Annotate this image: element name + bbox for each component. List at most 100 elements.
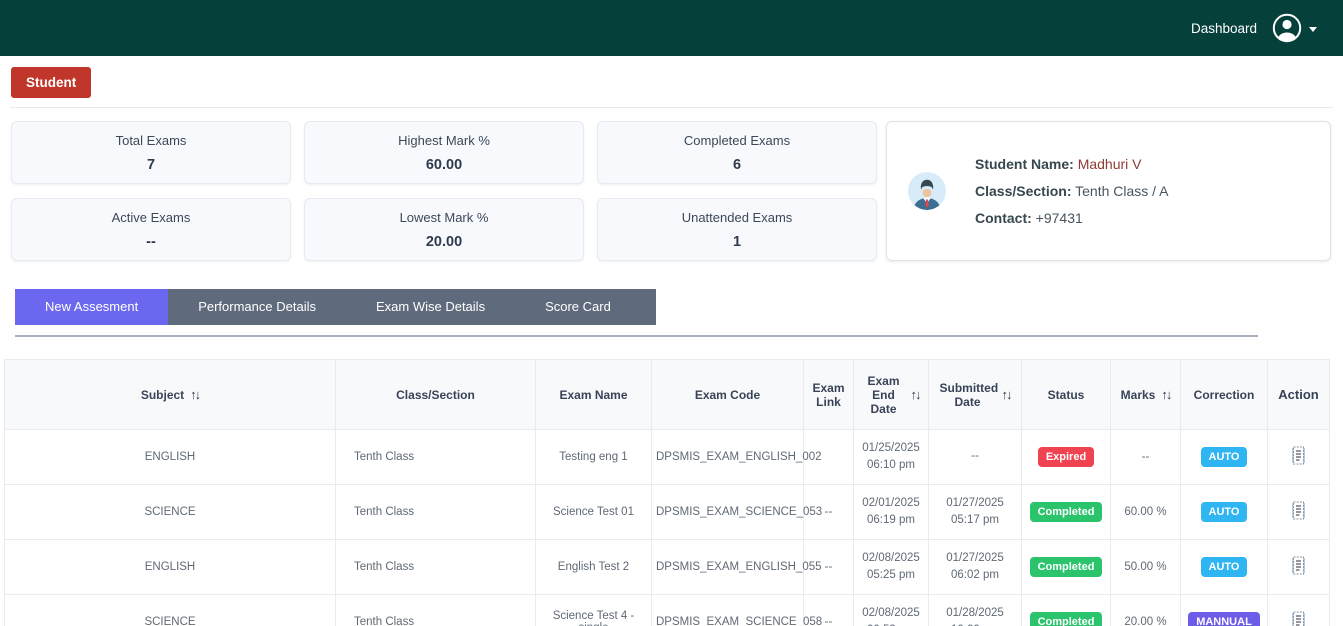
- stats-grid: Total Exams 7 Highest Mark % 60.00 Compl…: [11, 121, 877, 261]
- col-subject: Subject↑↓: [5, 360, 336, 430]
- sort-icon[interactable]: ↑↓: [190, 387, 199, 402]
- view-report-icon[interactable]: [1291, 446, 1306, 465]
- cell-subject: ENGLISH: [5, 430, 336, 485]
- cell-action: [1268, 430, 1330, 485]
- stat-card-unattended-exams: Unattended Exams 1: [597, 198, 877, 261]
- stat-label: Completed Exams: [684, 133, 790, 148]
- stat-card-lowest-mark: Lowest Mark % 20.00: [304, 198, 584, 261]
- stat-value: 6: [733, 157, 741, 173]
- col-status: Status: [1022, 360, 1111, 430]
- status-badge: Completed: [1030, 557, 1103, 577]
- cell-correction: AUTO: [1181, 485, 1268, 540]
- tab-exam-wise-details[interactable]: Exam Wise Details: [346, 289, 515, 325]
- nav-dashboard-link[interactable]: Dashboard: [1191, 21, 1257, 36]
- stat-value: 7: [147, 157, 155, 173]
- sort-icon[interactable]: ↑↓: [1161, 387, 1170, 402]
- view-report-icon[interactable]: [1291, 501, 1306, 520]
- stats-section: Total Exams 7 Highest Mark % 60.00 Compl…: [0, 121, 1343, 261]
- stat-card-completed-exams: Completed Exams 6: [597, 121, 877, 184]
- cell-exam-code: DPSMIS_EXAM_SCIENCE_058: [652, 595, 804, 626]
- table-body: ENGLISH Tenth Class Testing eng 1 DPSMIS…: [5, 430, 1330, 626]
- user-menu[interactable]: [1271, 12, 1317, 44]
- cell-exam-name: Science Test 4 - single: [536, 595, 652, 626]
- cell-submitted-date: 01/28/202510:00 am: [929, 595, 1022, 626]
- cell-class-section: Tenth Class: [336, 430, 536, 485]
- cell-correction: AUTO: [1181, 430, 1268, 485]
- stat-card-active-exams: Active Exams --: [11, 198, 291, 261]
- tab-performance-details[interactable]: Performance Details: [168, 289, 346, 325]
- student-avatar: [907, 171, 947, 211]
- student-name-row: Student Name: Madhuri V: [975, 156, 1169, 172]
- cell-exam-end-date: 02/08/202500:53 am: [854, 595, 929, 626]
- col-exam-name: Exam Name: [536, 360, 652, 430]
- user-avatar-icon: [1271, 12, 1303, 44]
- tab-score-card[interactable]: Score Card: [515, 289, 641, 325]
- contact-value: +97431: [1036, 210, 1083, 226]
- class-section-value: Tenth Class / A: [1075, 183, 1168, 199]
- class-section-label: Class/Section:: [975, 183, 1071, 199]
- tab-new-assesment[interactable]: New Assesment: [15, 289, 168, 325]
- table-row: ENGLISH Tenth Class Testing eng 1 DPSMIS…: [5, 430, 1330, 485]
- col-exam-end-date: Exam End Date↑↓: [854, 360, 929, 430]
- correction-badge: AUTO: [1201, 557, 1248, 577]
- class-section-row: Class/Section: Tenth Class / A: [975, 183, 1169, 199]
- section-divider: [10, 107, 1333, 108]
- col-marks: Marks↑↓: [1111, 360, 1181, 430]
- table-row: ENGLISH Tenth Class English Test 2 DPSMI…: [5, 540, 1330, 595]
- cell-subject: SCIENCE: [5, 485, 336, 540]
- cell-exam-code: DPSMIS_EXAM_ENGLISH_055: [652, 540, 804, 595]
- table-row: SCIENCE Tenth Class Science Test 01 DPSM…: [5, 485, 1330, 540]
- cell-subject: ENGLISH: [5, 540, 336, 595]
- view-report-icon[interactable]: [1291, 556, 1306, 575]
- cell-status: Completed: [1022, 595, 1111, 626]
- student-info-lines: Student Name: Madhuri V Class/Section: T…: [975, 156, 1169, 226]
- cell-exam-end-date: 01/25/202506:10 pm: [854, 430, 929, 485]
- stat-card-total-exams: Total Exams 7: [11, 121, 291, 184]
- student-name-value: Madhuri V: [1078, 156, 1142, 172]
- student-name-label: Student Name:: [975, 156, 1074, 172]
- tabs-divider: [15, 335, 1258, 337]
- cell-action: [1268, 485, 1330, 540]
- status-badge: Completed: [1030, 502, 1103, 522]
- cell-exam-code: DPSMIS_EXAM_SCIENCE_053: [652, 485, 804, 540]
- view-report-icon[interactable]: [1291, 611, 1306, 626]
- cell-marks: 50.00 %: [1111, 540, 1181, 595]
- cell-exam-name: Testing eng 1: [536, 430, 652, 485]
- stat-label: Highest Mark %: [398, 133, 490, 148]
- col-submitted-date: Submitted Date↑↓: [929, 360, 1022, 430]
- stat-value: 60.00: [426, 157, 462, 173]
- col-class-section: Class/Section: [336, 360, 536, 430]
- table-row: SCIENCE Tenth Class Science Test 4 - sin…: [5, 595, 1330, 626]
- cell-status: Completed: [1022, 540, 1111, 595]
- cell-correction: MANNUAL: [1181, 595, 1268, 626]
- student-info-card: Student Name: Madhuri V Class/Section: T…: [886, 121, 1331, 261]
- cell-marks: 60.00 %: [1111, 485, 1181, 540]
- stat-value: 20.00: [426, 234, 462, 250]
- correction-badge: MANNUAL: [1188, 612, 1260, 626]
- cell-class-section: Tenth Class: [336, 540, 536, 595]
- cell-exam-name: Science Test 01: [536, 485, 652, 540]
- sort-icon[interactable]: ↑↓: [1002, 387, 1011, 402]
- table-header: Subject↑↓ Class/Section Exam Name Exam C…: [5, 360, 1330, 430]
- stat-label: Total Exams: [116, 133, 187, 148]
- col-exam-link: Exam Link: [804, 360, 854, 430]
- status-badge: Completed: [1030, 612, 1103, 626]
- cell-marks: 20.00 %: [1111, 595, 1181, 626]
- cell-action: [1268, 595, 1330, 626]
- correction-badge: AUTO: [1201, 447, 1248, 467]
- student-role-badge: Student: [11, 67, 91, 98]
- sort-icon[interactable]: ↑↓: [911, 387, 920, 402]
- stat-value: 1: [733, 234, 741, 250]
- contact-row: Contact: +97431: [975, 210, 1169, 226]
- cell-status: Completed: [1022, 485, 1111, 540]
- cell-status: Expired: [1022, 430, 1111, 485]
- stat-value: --: [146, 234, 156, 250]
- cell-class-section: Tenth Class: [336, 595, 536, 626]
- cell-marks: --: [1111, 430, 1181, 485]
- col-correction: Correction: [1181, 360, 1268, 430]
- stat-label: Lowest Mark %: [400, 210, 489, 225]
- stat-label: Unattended Exams: [682, 210, 793, 225]
- status-badge: Expired: [1038, 447, 1094, 467]
- cell-action: [1268, 540, 1330, 595]
- stat-card-highest-mark: Highest Mark % 60.00: [304, 121, 584, 184]
